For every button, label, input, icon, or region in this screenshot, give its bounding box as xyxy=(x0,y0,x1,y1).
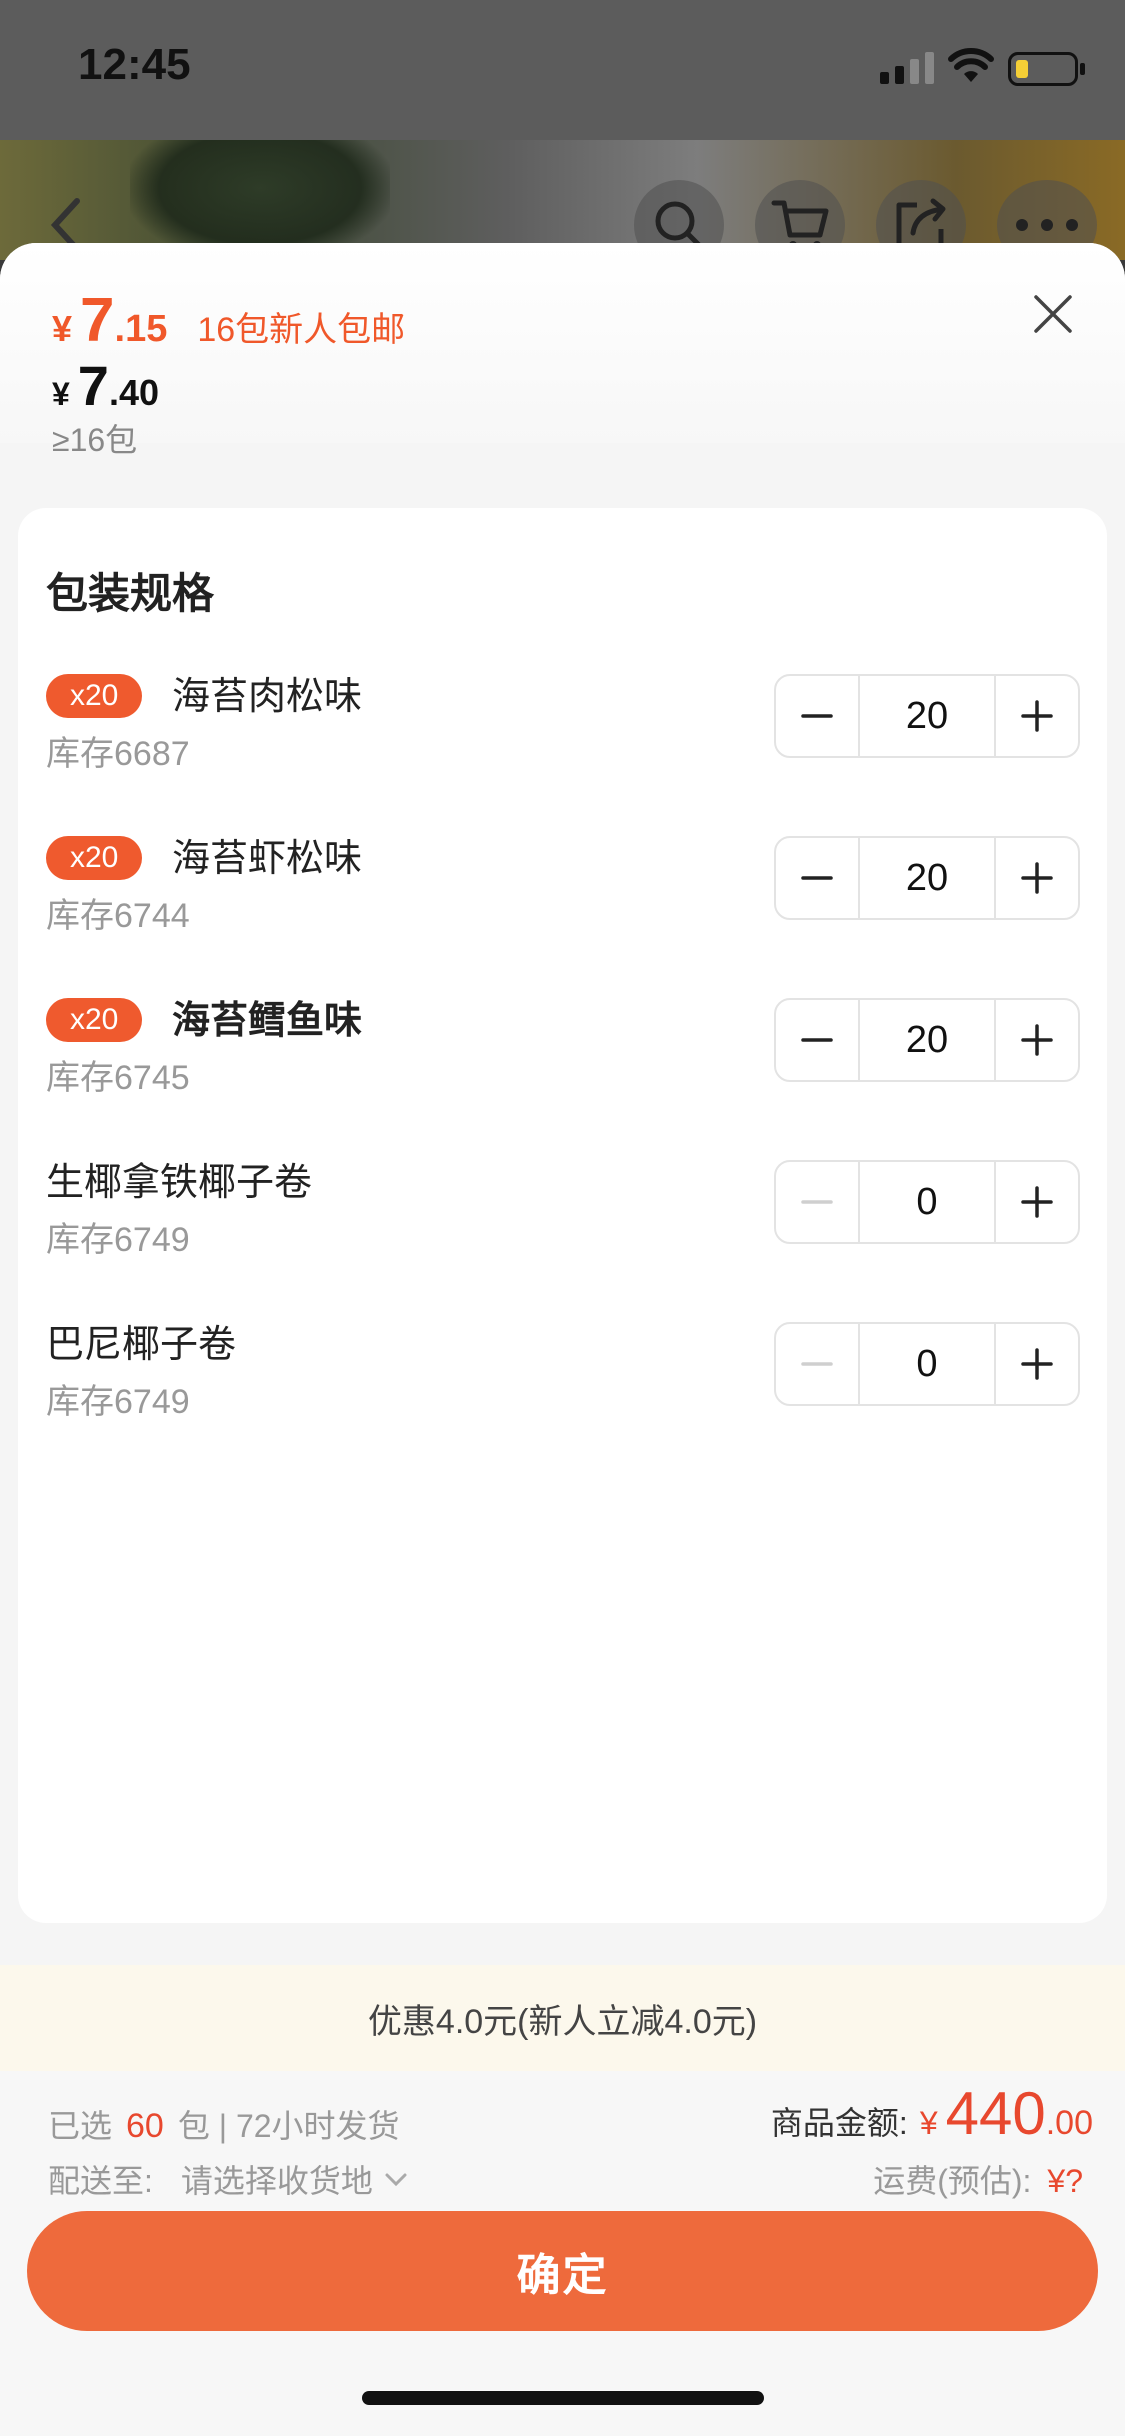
pack-badge: x20 xyxy=(46,836,143,880)
quantity-input[interactable]: 0 xyxy=(858,1162,996,1242)
increase-button[interactable] xyxy=(996,1162,1078,1242)
promo-price-decimal: .15 xyxy=(114,308,168,350)
unit-price-integer: 7 xyxy=(77,354,109,417)
sku-selector-sheet: ¥ 7 .15 16包新人包邮 ¥ 7 .40 ≥16包 包装规格 x20 海苔… xyxy=(0,243,1125,2436)
minus-icon xyxy=(801,1362,833,1366)
pack-badge: x20 xyxy=(46,998,143,1042)
plus-icon xyxy=(1021,1186,1053,1218)
sku-name: 生椰拿铁椰子卷 xyxy=(46,1162,313,1204)
freight-estimate: 运费(预估): ¥? xyxy=(873,2156,1083,2202)
total-amount: 商品金额: ¥ 440 .00 xyxy=(771,2079,1093,2148)
cellular-signal-icon xyxy=(880,52,934,84)
amount-integer: 440 xyxy=(945,2080,1046,2147)
selected-prefix: 已选 xyxy=(48,2108,113,2144)
more-icon xyxy=(1016,219,1078,231)
quantity-input[interactable]: 20 xyxy=(858,1000,996,1080)
minus-icon xyxy=(801,714,833,718)
discount-banner: 优惠4.0元(新人立减4.0元) xyxy=(0,1965,1125,2071)
chevron-down-icon xyxy=(385,2173,407,2187)
quantity-stepper: 0 xyxy=(774,1322,1080,1406)
wifi-icon xyxy=(948,48,994,82)
plus-icon xyxy=(1021,862,1053,894)
plus-icon xyxy=(1021,1024,1053,1056)
home-indicator xyxy=(362,2391,764,2405)
sku-row: x20 海苔鳕鱼味 库存6745 20 xyxy=(18,998,1107,1128)
spec-section-title: 包装规格 xyxy=(46,570,215,617)
sku-row: 生椰拿铁椰子卷 库存6749 0 xyxy=(18,1160,1107,1290)
sku-row: x20 海苔虾松味 库存6744 20 xyxy=(18,836,1107,966)
confirm-button[interactable]: 确定 xyxy=(27,2211,1098,2331)
selected-count: 60 xyxy=(126,2107,164,2145)
decrease-button[interactable] xyxy=(776,1000,858,1080)
quantity-input[interactable]: 0 xyxy=(858,1324,996,1404)
order-footer: 已选 60 包 | 72小时发货 配送至: 请选择收货地 商品金额: ¥ 440 .… xyxy=(0,2071,1125,2436)
minus-icon xyxy=(801,1200,833,1204)
sku-row: 巴尼椰子卷 库存6749 0 xyxy=(18,1322,1107,1452)
sku-name: 海苔虾松味 xyxy=(172,838,363,880)
quantity-stepper: 0 xyxy=(774,1160,1080,1244)
unit-price-currency: ¥ xyxy=(52,376,70,412)
status-time: 12:45 xyxy=(78,40,191,89)
selected-summary: 已选 60 包 | 72小时发货 xyxy=(48,2101,400,2147)
quantity-input[interactable]: 20 xyxy=(858,676,996,756)
freight-value: ¥? xyxy=(1047,2163,1083,2199)
quantity-stepper: 20 xyxy=(774,998,1080,1082)
sku-name: 海苔肉松味 xyxy=(172,676,363,718)
unit-price: ¥ 7 .40 xyxy=(52,353,159,418)
sku-row: x20 海苔肉松味 库存6687 20 xyxy=(18,674,1107,804)
product-nav-bar xyxy=(0,140,1125,270)
plus-icon xyxy=(1021,700,1053,732)
quantity-input[interactable]: 20 xyxy=(858,838,996,918)
promo-price: ¥ 7 .15 16包新人包邮 xyxy=(52,285,405,356)
selected-suffix: 包 | 72小时发货 xyxy=(177,2108,400,2144)
unit-price-decimal: .40 xyxy=(108,372,159,413)
quantity-stepper: 20 xyxy=(774,674,1080,758)
increase-button[interactable] xyxy=(996,676,1078,756)
pack-badge: x20 xyxy=(46,674,143,718)
minus-icon xyxy=(801,1038,833,1042)
increase-button[interactable] xyxy=(996,1000,1078,1080)
sku-stock: 库存6749 xyxy=(46,1221,190,1259)
amount-currency: ¥ xyxy=(919,2105,938,2141)
amount-label: 商品金额: xyxy=(770,2105,908,2141)
plus-icon xyxy=(1021,1348,1053,1380)
sheet-header: ¥ 7 .15 16包新人包邮 ¥ 7 .40 ≥16包 xyxy=(0,243,1125,458)
sku-name: 巴尼椰子卷 xyxy=(46,1324,237,1366)
amount-decimal: .00 xyxy=(1045,2104,1093,2142)
minus-icon xyxy=(801,876,833,880)
min-quantity: ≥16包 xyxy=(52,422,138,458)
increase-button[interactable] xyxy=(996,1324,1078,1404)
ship-to-selector[interactable]: 配送至: 请选择收货地 xyxy=(48,2156,411,2202)
sku-stock: 库存6687 xyxy=(46,735,190,773)
promo-price-note: 16包新人包邮 xyxy=(197,311,406,349)
freight-label: 运费(预估): xyxy=(873,2163,1032,2199)
product-image-background xyxy=(130,140,390,260)
promo-price-integer: 7 xyxy=(80,286,115,355)
sku-stock: 库存6745 xyxy=(46,1059,190,1097)
status-bar: 12:45 xyxy=(0,0,1125,140)
quantity-stepper: 20 xyxy=(774,836,1080,920)
decrease-button[interactable] xyxy=(776,676,858,756)
sku-stock: 库存6749 xyxy=(46,1383,190,1421)
close-icon xyxy=(1034,295,1072,333)
increase-button[interactable] xyxy=(996,838,1078,918)
decrease-button[interactable] xyxy=(776,1162,858,1242)
battery-icon xyxy=(1008,52,1085,86)
ship-label: 配送至: xyxy=(48,2163,153,2199)
decrease-button[interactable] xyxy=(776,1324,858,1404)
close-button[interactable] xyxy=(1028,289,1078,339)
decrease-button[interactable] xyxy=(776,838,858,918)
sku-name: 海苔鳕鱼味 xyxy=(172,1000,363,1042)
sku-stock: 库存6744 xyxy=(46,897,190,935)
promo-price-currency: ¥ xyxy=(52,308,73,349)
spec-card: 包装规格 x20 海苔肉松味 库存6687 20 x20 海苔虾松味 库存674… xyxy=(18,508,1107,1923)
ship-address[interactable]: 请选择收货地 xyxy=(181,2156,373,2202)
